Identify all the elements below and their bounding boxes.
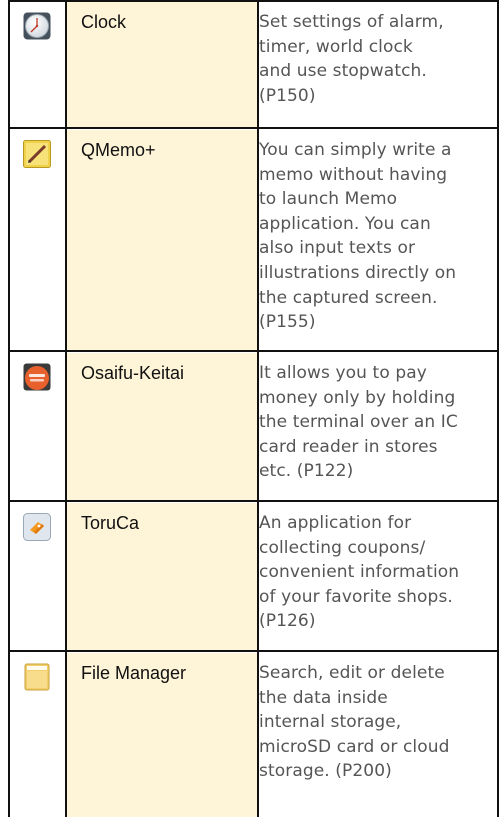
icon-cell (10, 130, 65, 351)
file-manager-icon (24, 663, 50, 691)
clock-icon (23, 12, 51, 40)
toruca-icon (23, 513, 51, 541)
description-line: of your favorite shops. (259, 586, 453, 607)
description-line: money only by holding (259, 387, 456, 408)
description-line: memo without having (259, 164, 448, 185)
apps-table: Clock Set settings of alarm, timer, worl… (8, 0, 499, 817)
table-column-divider (65, 0, 67, 817)
description-line: the terminal over an IC (259, 412, 458, 433)
app-description: Set settings of alarm, timer, world cloc… (259, 10, 495, 108)
name-cell: QMemo+ (67, 130, 257, 351)
table-row: Clock Set settings of alarm, timer, worl… (8, 0, 499, 128)
description-line: and use stopwatch. (259, 61, 427, 82)
icon-cell (10, 653, 65, 817)
table-row-divider (8, 0, 499, 2)
table-row-divider (8, 650, 499, 652)
table-column-divider (257, 0, 259, 817)
table-border-left (8, 0, 10, 817)
app-name: File Manager (81, 663, 187, 683)
app-name: Osaifu-Keitai (81, 363, 185, 383)
icon-cell (10, 353, 65, 501)
name-cell: Osaifu-Keitai (67, 353, 257, 501)
description-line: collecting coupons/ (259, 537, 426, 558)
app-description: It allows you to pay money only by holdi… (259, 361, 495, 484)
app-name: Clock (81, 12, 127, 32)
osaifu-keitai-icon (23, 363, 51, 391)
table-row: ToruCa An application for collecting cou… (8, 501, 499, 651)
description-line: An application for (259, 513, 412, 533)
app-description: Search, edit or delete the data inside i… (259, 661, 495, 784)
icon-cell (10, 2, 65, 128)
description-line: convenient information (259, 562, 460, 583)
description-line: storage. (P200) (259, 761, 392, 782)
table-row-divider (8, 350, 499, 352)
qmemo-icon (23, 140, 51, 168)
name-cell: ToruCa (67, 503, 257, 651)
table-row: Osaifu-Keitai It allows you to pay money… (8, 351, 499, 501)
app-name: QMemo+ (81, 140, 156, 160)
description-line: (P150) (259, 85, 316, 106)
description-line: internal storage, (259, 712, 402, 733)
description-line: It allows you to pay (259, 363, 427, 383)
icon-cell (10, 503, 65, 651)
description-line: the data inside (259, 687, 388, 708)
table-row-divider (8, 500, 499, 502)
name-cell: File Manager (67, 653, 257, 817)
description-line: microSD card or cloud (259, 736, 450, 757)
table-row: QMemo+ You can simply write a memo witho… (8, 128, 499, 351)
description-line: application. You can (259, 213, 431, 234)
app-description: You can simply write a memo without havi… (259, 138, 495, 335)
description-line: Search, edit or delete (259, 663, 445, 683)
description-line: (P126) (259, 611, 316, 632)
app-name: ToruCa (81, 513, 140, 533)
description-line: the captured screen. (259, 287, 438, 308)
description-line: also input texts or (259, 238, 416, 259)
app-description: An application for collecting coupons/ c… (259, 511, 495, 634)
description-line: to launch Memo (259, 189, 398, 210)
table-row-divider (8, 127, 499, 129)
description-line: illustrations directly on (259, 262, 457, 283)
description-line: card reader in stores (259, 436, 438, 457)
description-line: Set settings of alarm, (259, 12, 444, 32)
name-cell: Clock (67, 2, 257, 128)
table-row: File Manager Search, edit or delete the … (8, 651, 499, 817)
description-line: etc. (P122) (259, 461, 354, 482)
description-line: (P155) (259, 312, 316, 333)
description-line: You can simply write a (259, 140, 452, 160)
description-line: timer, world clock (259, 36, 413, 57)
